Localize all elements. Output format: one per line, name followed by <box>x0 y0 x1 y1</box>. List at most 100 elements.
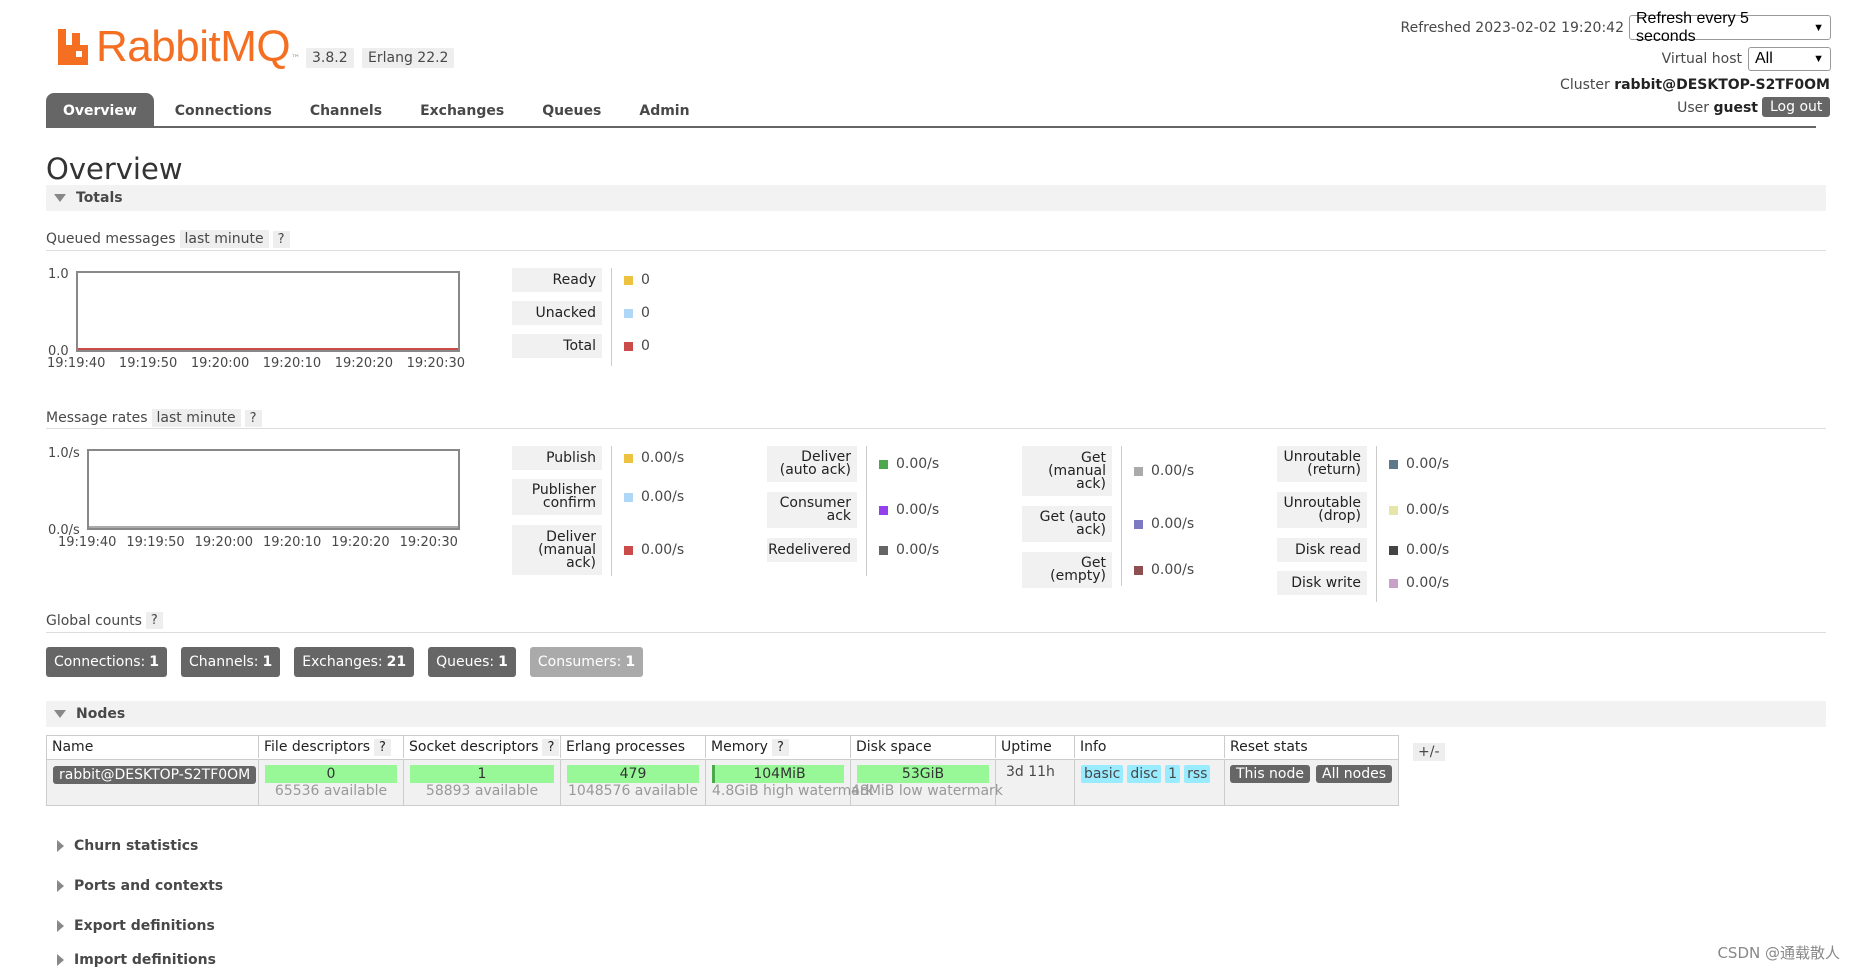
exchanges-count-button[interactable]: Exchanges: 21 <box>294 647 415 677</box>
x-tick: 19:20:00 <box>190 356 250 371</box>
x-tick: 19:20:30 <box>406 356 465 371</box>
churn-statistics-toggle[interactable]: Churn statistics <box>57 838 198 854</box>
rates-legend-col3: Get (manual ack) Get (auto ack) Get (emp… <box>1022 446 1222 588</box>
queued-range-chip[interactable]: last minute <box>179 230 269 248</box>
info-cell: basic disc 1 rss <box>1075 760 1225 805</box>
queued-messages-header: Queued messages last minute ? <box>46 230 290 248</box>
rates-range-chip[interactable]: last minute <box>151 409 241 427</box>
reset-this-node-button[interactable]: This node <box>1230 765 1310 783</box>
col-header-name: Name <box>47 736 259 758</box>
file-descriptors-cell: 0 65536 available <box>259 760 404 805</box>
rates-help-button[interactable]: ? <box>244 409 262 427</box>
connections-count-button[interactable]: Connections: 1 <box>46 647 167 677</box>
rates-legend-col1: Publish Publisher confirm Deliver (manua… <box>512 446 712 576</box>
erlang-processes-available: 1048576 available <box>568 783 698 799</box>
legend-label-redelivered: Redelivered <box>767 538 857 562</box>
tab-channels[interactable]: Channels <box>293 93 399 126</box>
tab-exchanges[interactable]: Exchanges <box>403 93 521 126</box>
legend-label-disk-write: Disk write <box>1277 571 1367 595</box>
divider <box>46 428 1826 429</box>
reset-all-nodes-button[interactable]: All nodes <box>1316 765 1393 783</box>
legend-label-disk-read: Disk read <box>1277 538 1367 562</box>
collapsed-triangle-icon <box>57 880 64 892</box>
queued-x-ticks: 19:19:40 19:19:50 19:20:00 19:20:10 19:2… <box>47 356 465 371</box>
vhost-select[interactable]: All ▼ <box>1748 47 1831 71</box>
color-swatch <box>1389 505 1398 515</box>
x-tick: 19:20:20 <box>331 535 390 550</box>
consumers-count-button[interactable]: Consumers: 1 <box>529 647 644 677</box>
tab-overview[interactable]: Overview <box>46 93 154 126</box>
x-tick: 19:20:10 <box>262 356 322 371</box>
nodes-section-toggle[interactable]: Nodes <box>46 701 1826 727</box>
legend-separator <box>1376 446 1377 602</box>
legend-label-ready: Ready <box>512 268 602 292</box>
legend-label-deliver-auto-ack: Deliver (auto ack) <box>767 446 857 482</box>
rates-legend-col4: Unroutable (return) Unroutable (drop) Di… <box>1277 446 1477 602</box>
logo-tm: ™ <box>291 54 301 64</box>
x-tick: 19:20:10 <box>262 535 322 550</box>
global-counts-help-button[interactable]: ? <box>145 612 163 629</box>
color-swatch <box>879 459 888 469</box>
global-counts-label: Global counts <box>46 612 142 629</box>
help-button[interactable]: ? <box>771 738 789 756</box>
queued-messages-label: Queued messages <box>46 231 176 247</box>
color-swatch <box>624 275 633 285</box>
logo-text: RabbitMQ <box>96 22 291 71</box>
node-name-cell: rabbit@DESKTOP-S2TF0OM <box>47 760 259 805</box>
message-rates-header: Message rates last minute ? <box>46 409 262 427</box>
legend-value-disk-read: 0.00/s <box>1389 542 1449 558</box>
color-swatch <box>1134 565 1143 575</box>
queued-y-top: 1.0 <box>48 267 69 282</box>
legend-value-unroutable-return: 0.00/s <box>1389 456 1449 472</box>
legend-value-redelivered: 0.00/s <box>879 542 939 558</box>
color-swatch <box>879 545 888 555</box>
node-name-button[interactable]: rabbit@DESKTOP-S2TF0OM <box>53 766 257 784</box>
color-swatch <box>624 545 633 555</box>
reset-stats-cell: This node All nodes <box>1225 760 1398 805</box>
erlang-version-badge: Erlang 22.2 <box>362 48 455 68</box>
totals-section-toggle[interactable]: Totals <box>46 185 1826 211</box>
expanded-triangle-icon <box>54 710 66 718</box>
legend-label-unroutable-drop: Unroutable (drop) <box>1277 492 1367 528</box>
queued-help-button[interactable]: ? <box>272 230 290 248</box>
col-header-disk-space: Disk space <box>851 736 996 758</box>
legend-value-get-manual-ack: 0.00/s <box>1134 463 1194 479</box>
col-header-file-descriptors: File descriptors? <box>259 736 404 758</box>
uptime-cell: 3d 11h <box>996 760 1075 805</box>
cluster-label: Cluster <box>1560 77 1610 93</box>
tab-admin[interactable]: Admin <box>622 93 706 126</box>
export-definitions-toggle[interactable]: Export definitions <box>57 918 215 934</box>
legend-value-total: 0 <box>624 338 650 354</box>
help-button[interactable]: ? <box>374 738 391 756</box>
toggle-columns-button[interactable]: +/- <box>1413 743 1445 761</box>
legend-label-publisher-confirm: Publisher confirm <box>512 479 602 515</box>
queued-messages-chart <box>76 271 460 352</box>
channels-count-button[interactable]: Channels: 1 <box>180 647 281 677</box>
tab-connections[interactable]: Connections <box>158 93 289 126</box>
cluster-name: rabbit@DESKTOP-S2TF0OM <box>1614 77 1830 93</box>
import-definitions-toggle[interactable]: Import definitions <box>57 952 216 968</box>
rabbitmq-logo[interactable]: RabbitMQ ™ <box>58 24 300 70</box>
collapsed-triangle-icon <box>57 840 64 852</box>
global-count-buttons: Connections: 1 Channels: 1 Exchanges: 21 Qu… <box>46 647 644 677</box>
memory-watermark: 4.8GiB high watermark <box>712 783 874 799</box>
legend-label-get-auto-ack: Get (auto ack) <box>1022 506 1112 542</box>
memory-bar: 104MiB <box>712 765 844 783</box>
refresh-interval-select[interactable]: Refresh every 5 seconds ▼ <box>1629 10 1831 45</box>
queues-count-button[interactable]: Queues: 1 <box>428 647 516 677</box>
legend-label-get-empty: Get (empty) <box>1022 552 1112 588</box>
erlang-processes-cell: 479 1048576 available <box>561 760 706 805</box>
col-header-uptime: Uptime <box>996 736 1075 758</box>
tab-queues[interactable]: Queues <box>525 93 618 126</box>
legend-value-publish: 0.00/s <box>624 450 684 466</box>
x-tick: 19:19:40 <box>47 356 106 371</box>
socket-descriptors-available: 58893 available <box>425 783 539 799</box>
col-header-memory: Memory? <box>706 736 851 758</box>
col-header-erlang-processes: Erlang processes <box>561 736 706 758</box>
vhost-label: Virtual host <box>1661 51 1742 67</box>
legend-value-publisher-confirm: 0.00/s <box>624 489 684 505</box>
help-button[interactable]: ? <box>542 738 560 756</box>
rates-legend-col2: Deliver (auto ack) Consumer ack Redelive… <box>767 446 967 576</box>
ports-and-contexts-toggle[interactable]: Ports and contexts <box>57 878 223 894</box>
legend-label-total: Total <box>512 334 602 358</box>
